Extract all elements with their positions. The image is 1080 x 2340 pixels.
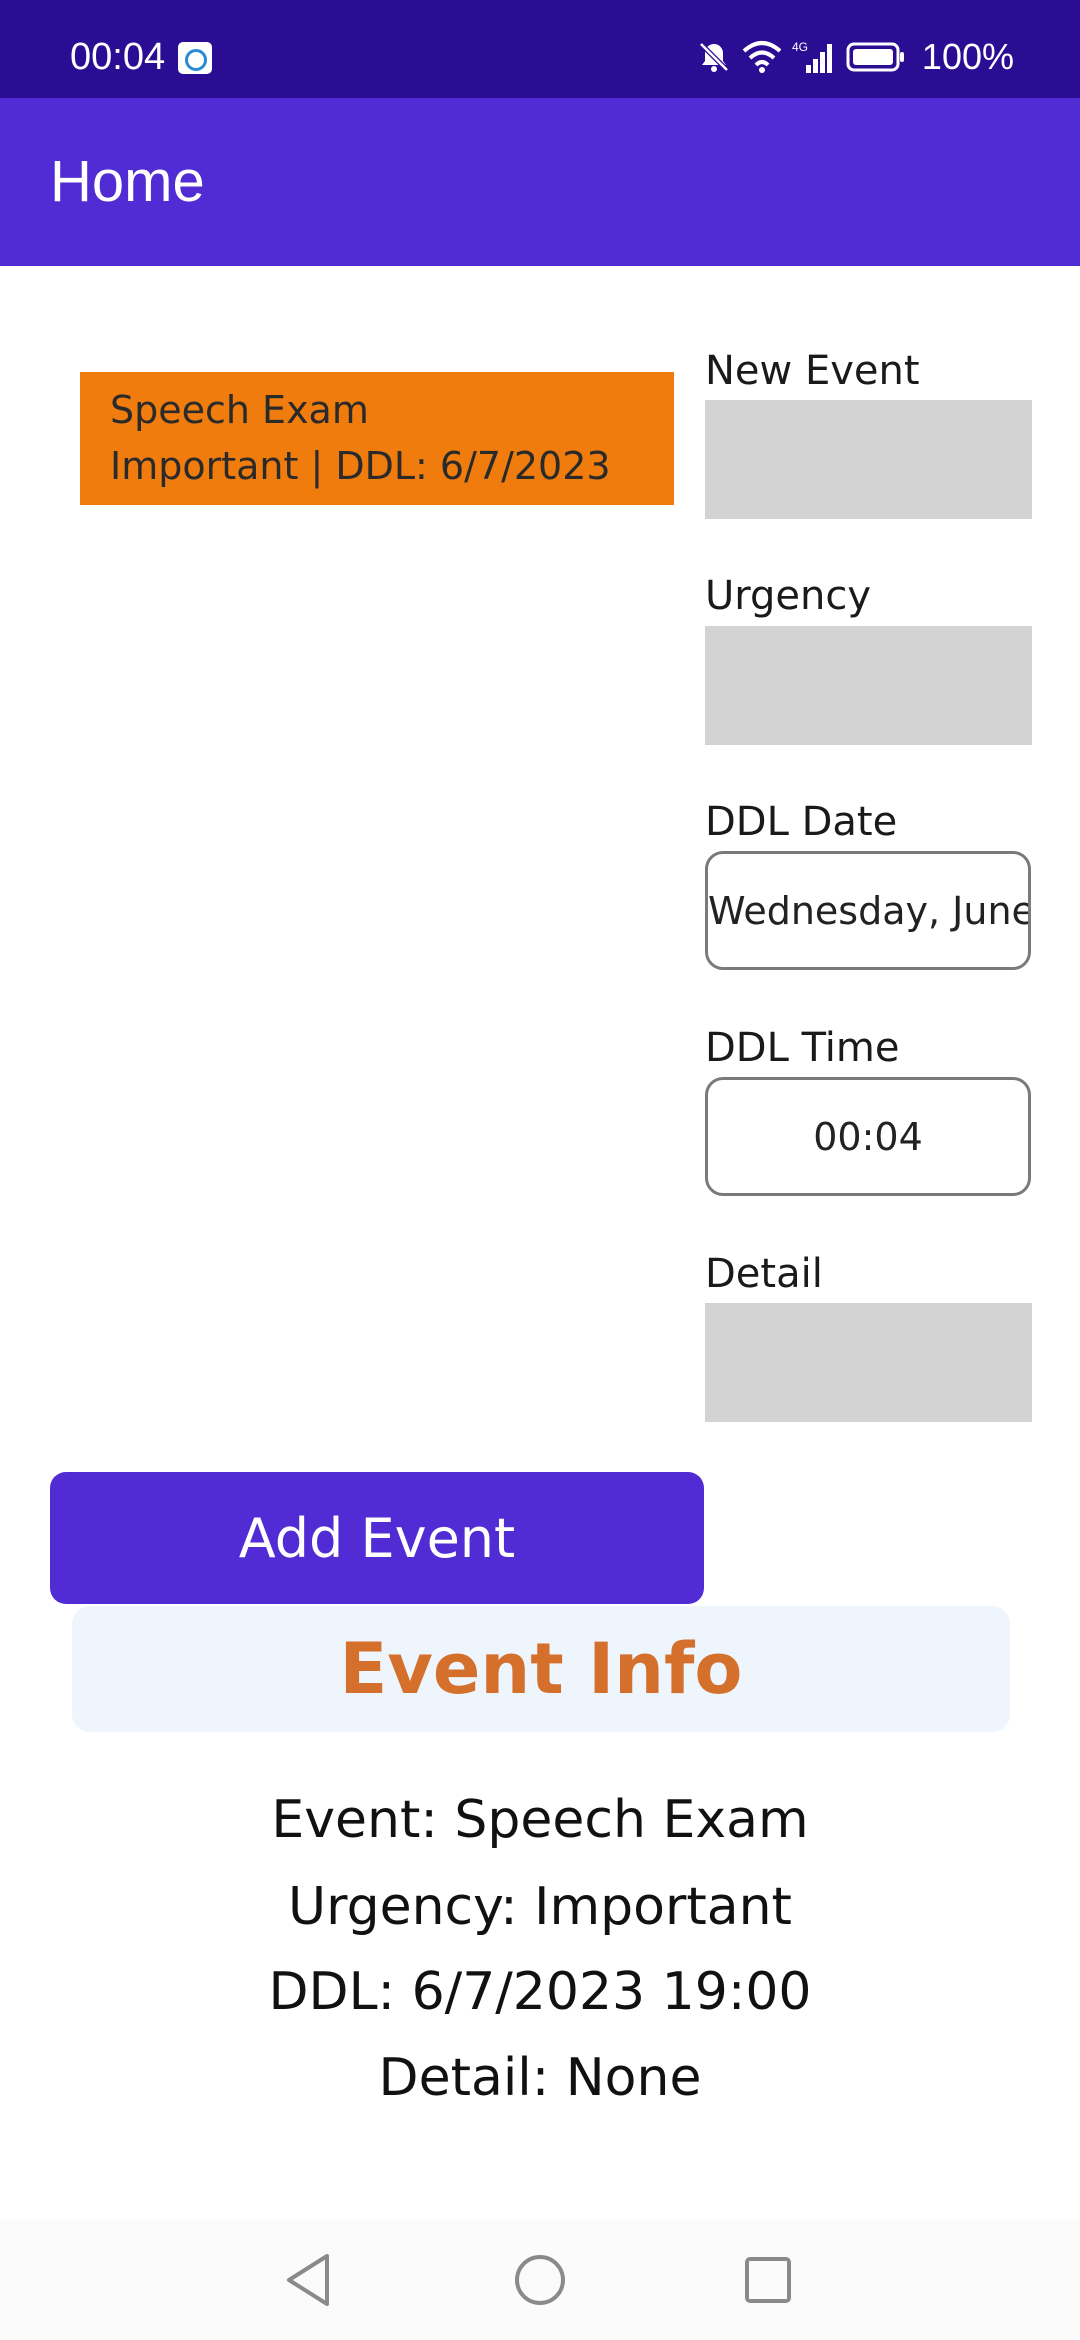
navigation-bar	[0, 2220, 1080, 2340]
app-bar: Home	[0, 98, 1080, 266]
gallery-notification-icon	[178, 42, 212, 74]
app-screen: 00:04 4G 100% Home Speech Exam Important…	[0, 0, 1080, 2340]
back-button[interactable]	[268, 2242, 348, 2322]
ddl-date-picker[interactable]: Wednesday, June	[705, 851, 1031, 970]
back-icon	[283, 2252, 333, 2312]
info-event-line: Event: Speech Exam	[271, 1790, 809, 1850]
mute-icon	[696, 39, 732, 75]
detail-label: Detail	[705, 1251, 823, 1297]
urgency-label: Urgency	[705, 573, 872, 619]
event-meta: Important | DDL: 6/7/2023	[110, 444, 611, 488]
status-bar: 00:04 4G 100%	[0, 0, 1080, 98]
home-button[interactable]	[500, 2242, 580, 2322]
home-icon	[512, 2252, 568, 2312]
battery-percent: 100%	[921, 36, 1014, 77]
ddl-time-label: DDL Time	[705, 1025, 900, 1071]
ddl-date-value: Wednesday, June	[708, 888, 1031, 933]
wifi-icon	[742, 39, 782, 75]
info-urgency-line: Urgency: Important	[288, 1877, 792, 1937]
event-list-item[interactable]: Speech Exam Important | DDL: 6/7/2023	[80, 372, 674, 505]
ddl-date-label: DDL Date	[705, 799, 898, 845]
add-event-button[interactable]: Add Event	[50, 1472, 704, 1604]
info-ddl-line: DDL: 6/7/2023 19:00	[268, 1962, 812, 2022]
ddl-time-value: 00:04	[813, 1114, 923, 1159]
event-name: Speech Exam	[110, 388, 369, 432]
recents-icon	[742, 2254, 794, 2310]
recents-button[interactable]	[728, 2242, 808, 2322]
status-icons: 4G 100%	[696, 36, 1014, 78]
urgency-input[interactable]	[705, 626, 1032, 745]
ddl-time-picker[interactable]: 00:04	[705, 1077, 1031, 1196]
battery-icon	[846, 42, 906, 72]
new-event-input[interactable]	[705, 400, 1032, 519]
status-time: 00:04	[70, 36, 166, 78]
signal-icon: 4G	[792, 39, 836, 75]
event-info-header: Event Info	[72, 1606, 1010, 1732]
svg-text:4G: 4G	[792, 40, 808, 54]
detail-input[interactable]	[705, 1303, 1032, 1422]
info-detail-line: Detail: None	[378, 2048, 702, 2108]
new-event-label: New Event	[705, 348, 920, 394]
page-title: Home	[50, 149, 205, 214]
